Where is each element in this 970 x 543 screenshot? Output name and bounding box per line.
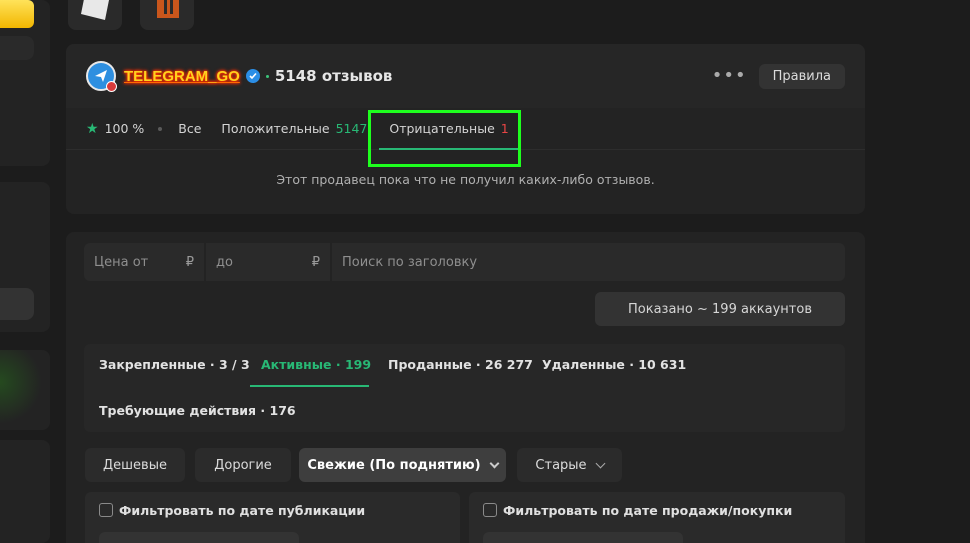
rating-value: 100 %	[104, 121, 145, 136]
telegram-icon	[95, 70, 107, 82]
search-placeholder: Поиск по заголовку	[342, 254, 478, 270]
app-tile-roblox[interactable]	[68, 0, 122, 30]
chevron-down-icon	[489, 458, 500, 468]
chevron-down-icon	[595, 458, 606, 468]
price-to-placeholder: до	[216, 254, 233, 270]
title-search-input[interactable]: Поиск по заголовку	[332, 243, 845, 281]
separator-dot	[158, 126, 163, 131]
sort-expensive-button[interactable]: Дорогие	[195, 448, 291, 482]
avatar-badge	[106, 81, 117, 92]
seller-name[interactable]: TELEGRAM_GO	[124, 68, 240, 85]
sort-fresh-button[interactable]: Свежие (По поднятию)	[299, 448, 506, 482]
status-tabs-panel: Закрепленные · 3 / 3 Активные · 199 Прод…	[84, 344, 845, 432]
price-search-row: Цена от ₽ до ₽ Поиск по заголовку	[84, 243, 845, 281]
publication-date-label[interactable]: Фильтровать по дате публикации	[119, 503, 365, 518]
seller-header: TELEGRAM_GO 5148 отзывов ••• Правила	[66, 44, 865, 108]
rules-button[interactable]: Правила	[758, 63, 845, 89]
tab-positive[interactable]: Положительные 5147	[221, 108, 367, 150]
roblox-icon	[81, 0, 109, 20]
more-options-icon[interactable]: •••	[712, 67, 747, 85]
tab-sold[interactable]: Проданные · 26 277	[388, 357, 533, 372]
tab-needs-action[interactable]: Требующие действия · 176	[99, 403, 296, 418]
sort-old-button[interactable]: Старые	[517, 448, 622, 482]
highlight-box	[368, 110, 521, 167]
tab-deleted[interactable]: Удаленные · 10 631	[542, 357, 686, 372]
ruble-icon: ₽	[311, 254, 320, 270]
ruble-icon: ₽	[185, 254, 194, 270]
publication-date-filter: Фильтровать по дате публикации	[85, 492, 460, 543]
left-panel-input[interactable]	[0, 288, 34, 320]
price-from-field[interactable]: Цена от ₽	[84, 243, 204, 281]
tab-rating: ★ 100 %	[86, 108, 144, 150]
tab-all-label: Все	[178, 121, 202, 136]
shown-accounts-button[interactable]: Показано ~ 199 аккаунтов	[595, 292, 845, 326]
empty-reviews-message: Этот продавец пока что не получил каких-…	[276, 172, 655, 187]
separator-dot	[265, 74, 269, 78]
reviews-count: 5148 отзывов	[274, 67, 393, 85]
active-tab-indicator	[250, 385, 369, 387]
sale-date-label[interactable]: Фильтровать по дате продажи/покупки	[503, 503, 792, 518]
positive-count: 5147	[335, 121, 368, 136]
accounts-filter-card: Цена от ₽ до ₽ Поиск по заголовку Показа…	[66, 232, 865, 543]
tab-pinned[interactable]: Закрепленные · 3 / 3	[99, 357, 250, 372]
price-to-field[interactable]: до ₽	[206, 243, 330, 281]
tab-active[interactable]: Активные · 199	[261, 357, 371, 372]
publication-date-range-input[interactable]	[99, 532, 299, 543]
left-yellow-button[interactable]	[0, 0, 34, 28]
sort-cheap-label: Дешевые	[103, 457, 167, 473]
sort-expensive-label: Дорогие	[214, 457, 272, 473]
avatar[interactable]	[86, 61, 117, 92]
publication-date-checkbox[interactable]	[99, 503, 113, 517]
left-panel-item[interactable]	[0, 36, 34, 60]
sort-old-label: Старые	[535, 457, 587, 473]
tab-all[interactable]: Все	[178, 108, 201, 150]
sort-fresh-label: Свежие (По поднятию)	[307, 457, 481, 473]
sale-date-checkbox[interactable]	[483, 503, 497, 517]
tab-positive-label: Положительные	[221, 121, 330, 136]
sale-date-filter: Фильтровать по дате продажи/покупки	[469, 492, 845, 543]
app-tile-game[interactable]	[140, 0, 194, 30]
sort-cheap-button[interactable]: Дешевые	[85, 448, 185, 482]
left-panel-block-bottom	[0, 440, 50, 543]
star-icon: ★	[86, 120, 99, 137]
sale-date-range-input[interactable]	[483, 532, 683, 543]
price-from-placeholder: Цена от	[94, 254, 149, 270]
left-panel-image	[0, 350, 50, 430]
verified-icon	[245, 69, 260, 83]
game-logo-icon	[157, 0, 179, 18]
